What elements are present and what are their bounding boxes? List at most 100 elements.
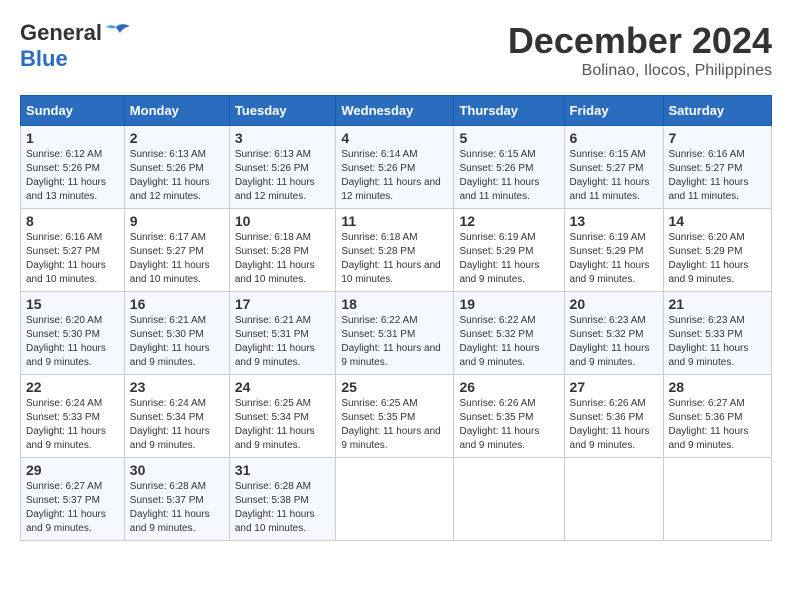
header-saturday: Saturday — [663, 96, 772, 126]
day-info: Sunrise: 6:16 AMSunset: 5:27 PMDaylight:… — [669, 148, 767, 204]
calendar-cell: 14 Sunrise: 6:20 AMSunset: 5:29 PMDaylig… — [663, 209, 772, 292]
calendar-row: 8 Sunrise: 6:16 AMSunset: 5:27 PMDayligh… — [21, 209, 772, 292]
day-number: 15 — [26, 296, 119, 312]
day-number: 5 — [459, 130, 558, 146]
day-info: Sunrise: 6:20 AMSunset: 5:29 PMDaylight:… — [669, 231, 767, 287]
calendar-cell — [564, 458, 663, 541]
calendar-cell: 28 Sunrise: 6:27 AMSunset: 5:36 PMDaylig… — [663, 375, 772, 458]
day-info: Sunrise: 6:20 AMSunset: 5:30 PMDaylight:… — [26, 314, 119, 370]
calendar-cell: 25 Sunrise: 6:25 AMSunset: 5:35 PMDaylig… — [336, 375, 454, 458]
calendar-cell: 19 Sunrise: 6:22 AMSunset: 5:32 PMDaylig… — [454, 292, 564, 375]
day-info: Sunrise: 6:26 AMSunset: 5:36 PMDaylight:… — [570, 397, 658, 453]
day-info: Sunrise: 6:27 AMSunset: 5:37 PMDaylight:… — [26, 480, 119, 536]
calendar-cell: 4 Sunrise: 6:14 AMSunset: 5:26 PMDayligh… — [336, 126, 454, 209]
calendar-row: 1 Sunrise: 6:12 AMSunset: 5:26 PMDayligh… — [21, 126, 772, 209]
day-number: 14 — [669, 213, 767, 229]
day-info: Sunrise: 6:28 AMSunset: 5:37 PMDaylight:… — [130, 480, 224, 536]
day-number: 8 — [26, 213, 119, 229]
day-number: 10 — [235, 213, 331, 229]
day-number: 20 — [570, 296, 658, 312]
calendar-cell: 23 Sunrise: 6:24 AMSunset: 5:34 PMDaylig… — [124, 375, 229, 458]
header-monday: Monday — [124, 96, 229, 126]
calendar-table: SundayMondayTuesdayWednesdayThursdayFrid… — [20, 95, 772, 541]
calendar-row: 29 Sunrise: 6:27 AMSunset: 5:37 PMDaylig… — [21, 458, 772, 541]
day-info: Sunrise: 6:16 AMSunset: 5:27 PMDaylight:… — [26, 231, 119, 287]
day-info: Sunrise: 6:23 AMSunset: 5:32 PMDaylight:… — [570, 314, 658, 370]
day-number: 9 — [130, 213, 224, 229]
day-info: Sunrise: 6:14 AMSunset: 5:26 PMDaylight:… — [341, 148, 448, 204]
header-wednesday: Wednesday — [336, 96, 454, 126]
day-number: 6 — [570, 130, 658, 146]
day-number: 21 — [669, 296, 767, 312]
day-number: 22 — [26, 379, 119, 395]
day-number: 25 — [341, 379, 448, 395]
header-thursday: Thursday — [454, 96, 564, 126]
day-number: 24 — [235, 379, 331, 395]
day-number: 12 — [459, 213, 558, 229]
calendar-cell: 7 Sunrise: 6:16 AMSunset: 5:27 PMDayligh… — [663, 126, 772, 209]
day-number: 23 — [130, 379, 224, 395]
calendar-body: 1 Sunrise: 6:12 AMSunset: 5:26 PMDayligh… — [21, 126, 772, 541]
day-info: Sunrise: 6:24 AMSunset: 5:34 PMDaylight:… — [130, 397, 224, 453]
day-number: 31 — [235, 462, 331, 478]
day-number: 18 — [341, 296, 448, 312]
day-info: Sunrise: 6:19 AMSunset: 5:29 PMDaylight:… — [570, 231, 658, 287]
calendar-cell: 29 Sunrise: 6:27 AMSunset: 5:37 PMDaylig… — [21, 458, 125, 541]
day-info: Sunrise: 6:18 AMSunset: 5:28 PMDaylight:… — [235, 231, 331, 287]
calendar-row: 15 Sunrise: 6:20 AMSunset: 5:30 PMDaylig… — [21, 292, 772, 375]
calendar-cell: 10 Sunrise: 6:18 AMSunset: 5:28 PMDaylig… — [229, 209, 336, 292]
day-number: 11 — [341, 213, 448, 229]
logo-general: General — [20, 20, 102, 46]
location-subtitle: Bolinao, Ilocos, Philippines — [508, 62, 772, 80]
day-info: Sunrise: 6:21 AMSunset: 5:31 PMDaylight:… — [235, 314, 331, 370]
calendar-cell: 12 Sunrise: 6:19 AMSunset: 5:29 PMDaylig… — [454, 209, 564, 292]
day-info: Sunrise: 6:19 AMSunset: 5:29 PMDaylight:… — [459, 231, 558, 287]
logo-bird-icon — [102, 23, 130, 43]
day-info: Sunrise: 6:22 AMSunset: 5:32 PMDaylight:… — [459, 314, 558, 370]
calendar-cell: 30 Sunrise: 6:28 AMSunset: 5:37 PMDaylig… — [124, 458, 229, 541]
page-header: General Blue December 2024 Bolinao, Iloc… — [20, 20, 772, 80]
day-info: Sunrise: 6:13 AMSunset: 5:26 PMDaylight:… — [235, 148, 331, 204]
day-number: 1 — [26, 130, 119, 146]
day-info: Sunrise: 6:26 AMSunset: 5:35 PMDaylight:… — [459, 397, 558, 453]
calendar-cell: 5 Sunrise: 6:15 AMSunset: 5:26 PMDayligh… — [454, 126, 564, 209]
day-info: Sunrise: 6:17 AMSunset: 5:27 PMDaylight:… — [130, 231, 224, 287]
calendar-cell: 26 Sunrise: 6:26 AMSunset: 5:35 PMDaylig… — [454, 375, 564, 458]
calendar-cell: 31 Sunrise: 6:28 AMSunset: 5:38 PMDaylig… — [229, 458, 336, 541]
calendar-cell: 15 Sunrise: 6:20 AMSunset: 5:30 PMDaylig… — [21, 292, 125, 375]
calendar-header-row: SundayMondayTuesdayWednesdayThursdayFrid… — [21, 96, 772, 126]
day-info: Sunrise: 6:24 AMSunset: 5:33 PMDaylight:… — [26, 397, 119, 453]
day-number: 16 — [130, 296, 224, 312]
header-sunday: Sunday — [21, 96, 125, 126]
header-tuesday: Tuesday — [229, 96, 336, 126]
day-info: Sunrise: 6:23 AMSunset: 5:33 PMDaylight:… — [669, 314, 767, 370]
logo: General Blue — [20, 20, 130, 72]
day-number: 2 — [130, 130, 224, 146]
day-info: Sunrise: 6:15 AMSunset: 5:27 PMDaylight:… — [570, 148, 658, 204]
day-number: 27 — [570, 379, 658, 395]
day-number: 4 — [341, 130, 448, 146]
day-info: Sunrise: 6:18 AMSunset: 5:28 PMDaylight:… — [341, 231, 448, 287]
day-number: 28 — [669, 379, 767, 395]
logo-blue: Blue — [20, 46, 68, 71]
calendar-cell: 9 Sunrise: 6:17 AMSunset: 5:27 PMDayligh… — [124, 209, 229, 292]
day-info: Sunrise: 6:22 AMSunset: 5:31 PMDaylight:… — [341, 314, 448, 370]
day-info: Sunrise: 6:21 AMSunset: 5:30 PMDaylight:… — [130, 314, 224, 370]
day-number: 26 — [459, 379, 558, 395]
calendar-cell: 16 Sunrise: 6:21 AMSunset: 5:30 PMDaylig… — [124, 292, 229, 375]
day-number: 7 — [669, 130, 767, 146]
calendar-cell: 6 Sunrise: 6:15 AMSunset: 5:27 PMDayligh… — [564, 126, 663, 209]
calendar-row: 22 Sunrise: 6:24 AMSunset: 5:33 PMDaylig… — [21, 375, 772, 458]
calendar-cell: 2 Sunrise: 6:13 AMSunset: 5:26 PMDayligh… — [124, 126, 229, 209]
day-info: Sunrise: 6:25 AMSunset: 5:34 PMDaylight:… — [235, 397, 331, 453]
day-number: 17 — [235, 296, 331, 312]
calendar-cell — [454, 458, 564, 541]
calendar-cell: 27 Sunrise: 6:26 AMSunset: 5:36 PMDaylig… — [564, 375, 663, 458]
calendar-cell: 21 Sunrise: 6:23 AMSunset: 5:33 PMDaylig… — [663, 292, 772, 375]
calendar-cell — [663, 458, 772, 541]
header-friday: Friday — [564, 96, 663, 126]
day-info: Sunrise: 6:28 AMSunset: 5:38 PMDaylight:… — [235, 480, 331, 536]
calendar-cell: 18 Sunrise: 6:22 AMSunset: 5:31 PMDaylig… — [336, 292, 454, 375]
day-number: 30 — [130, 462, 224, 478]
calendar-cell: 13 Sunrise: 6:19 AMSunset: 5:29 PMDaylig… — [564, 209, 663, 292]
